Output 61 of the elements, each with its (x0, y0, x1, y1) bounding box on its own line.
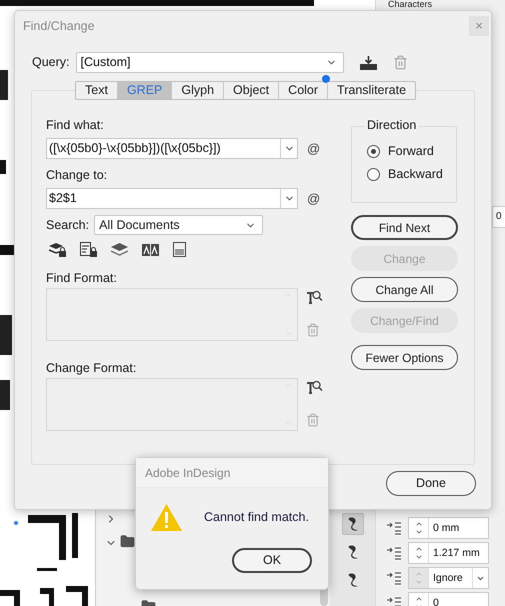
format-settings-icon[interactable] (306, 290, 323, 305)
done-button[interactable]: Done (386, 471, 476, 496)
step-up-icon[interactable] (414, 545, 422, 553)
number-field[interactable]: 0 (493, 207, 505, 227)
window-title: Adobe InDesign (145, 464, 230, 482)
spinner-field[interactable]: 1.217 mm (408, 542, 489, 564)
radio-button[interactable] (367, 145, 380, 158)
master-pages-icon[interactable] (173, 242, 186, 257)
folder-icon (120, 534, 135, 549)
spacing-icon (386, 546, 402, 560)
tab[interactable]: Glyph (171, 82, 224, 99)
action-button[interactable]: Fewer Options (351, 345, 458, 370)
spacing-icon (386, 596, 402, 606)
hebrew-word-drawing (28, 513, 78, 571)
search-dropdown[interactable]: All Documents (94, 215, 264, 235)
letter-fragment-drawing (0, 160, 6, 174)
action-button[interactable]: Change All (351, 277, 458, 302)
action-button[interactable]: Find Next (351, 215, 458, 240)
field-label: Find Format: (46, 271, 118, 285)
step-up-icon[interactable] (414, 595, 422, 603)
step-down-icon[interactable] (414, 553, 422, 561)
letter-fragment-drawing (0, 380, 10, 410)
locked-stories-icon[interactable] (80, 242, 97, 257)
spinner-field[interactable]: 0 (408, 592, 489, 606)
field-label: Change Format: (46, 361, 138, 375)
locked-layers-icon[interactable] (49, 242, 66, 257)
special-characters-button[interactable]: @ (307, 138, 320, 158)
group-title: Direction (364, 118, 420, 132)
spacing-icon (386, 521, 402, 535)
step-up-icon[interactable] (414, 520, 422, 528)
query-label: Query: (32, 54, 70, 72)
radio-button[interactable] (367, 168, 380, 181)
layers-icon[interactable] (111, 243, 128, 256)
step-down-icon[interactable] (414, 528, 422, 536)
save-query-icon[interactable] (360, 56, 377, 70)
alert-message: Cannot find match. (204, 509, 309, 526)
letter-fragment-drawing (0, 315, 12, 355)
tab[interactable]: Transliterate (327, 82, 416, 99)
format-settings-icon[interactable] (306, 380, 323, 395)
ok-button[interactable]: OK (232, 548, 312, 573)
radio-option[interactable]: Backward (367, 167, 456, 182)
letter-fragment-drawing (0, 70, 8, 100)
query-dropdown[interactable]: [Custom] (76, 52, 344, 73)
warning-icon (151, 504, 182, 531)
letter-fragment-drawing (0, 245, 14, 255)
case-sensitive-icon[interactable] (142, 242, 159, 257)
search-label: Search: (46, 216, 90, 234)
field-label: Change to: (46, 168, 108, 182)
spacing-icon (386, 571, 402, 585)
special-characters-button[interactable]: @ (307, 188, 320, 208)
tab[interactable]: Text (76, 82, 117, 99)
tab[interactable]: Object (223, 82, 278, 99)
anchor-dot-icon (14, 521, 18, 525)
field-label: Find what: (46, 118, 105, 132)
radio-option[interactable]: Forward (367, 144, 456, 159)
change-to-field[interactable]: $2$1 (46, 188, 298, 209)
window-title: Find/Change (23, 18, 95, 35)
find-what-field[interactable]: ([\x{05b0}-\x{05bb}])([\x{05bc}]) (46, 138, 298, 159)
panel-title[interactable]: Characters (388, 0, 432, 9)
spinner-field[interactable]: 0 mm (408, 517, 489, 539)
paragraph-style-button[interactable] (342, 513, 364, 535)
